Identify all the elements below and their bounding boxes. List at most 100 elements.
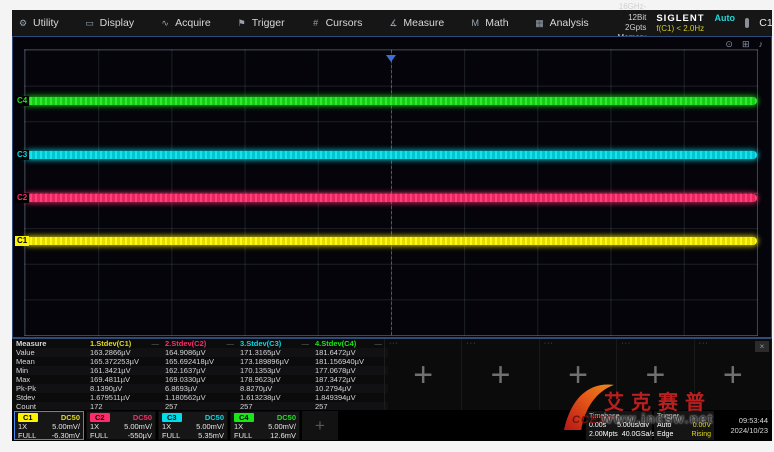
slot-menu-dots[interactable]: ··· <box>389 340 399 347</box>
slot-menu-dots[interactable]: ··· <box>621 340 631 347</box>
timebase-box[interactable]: Timebase 0.00s5.00us/div 2.00Mpts40.0GSa… <box>586 411 652 440</box>
channel-badge-c4: C4 <box>234 413 254 422</box>
add-channel-button[interactable]: + <box>302 411 338 440</box>
menu-acquire-label: Acquire <box>175 17 211 29</box>
active-channel-label[interactable]: C1 <box>759 17 772 29</box>
min-c4: 177.0678µV <box>315 366 388 375</box>
trigger-position-marker[interactable] <box>386 55 396 62</box>
measure-slot-8[interactable]: ··· + <box>617 339 694 410</box>
measure-col-header-c4[interactable]: 4.Stdev(C4)— <box>315 339 388 348</box>
trigger-box[interactable]: Trigger Auto0.00V EdgeRising <box>654 411 714 440</box>
channel-marker-c3[interactable]: C3 <box>15 150 29 160</box>
slot-menu-dots[interactable]: ··· <box>466 340 476 347</box>
measure-col-header-c1[interactable]: 1.Stdev(C1)— <box>90 339 165 348</box>
channel-badge-c1: C1 <box>18 413 38 422</box>
coupling-c3: DC50 <box>205 413 224 422</box>
channel-box-c2[interactable]: C2DC50 1X5.00mV/ FULL-550µV <box>86 411 156 440</box>
bw-c1: FULL <box>18 431 36 440</box>
brand-block: SIGLENT Auto f(C1) < 2.0Hz <box>656 13 735 34</box>
row-label-stdev: Stdev <box>16 393 90 402</box>
menu-utility[interactable]: ⚙ Utility <box>18 17 59 29</box>
channel-box-c4[interactable]: C4DC50 1X5.00mV/ FULL12.6mV <box>230 411 300 440</box>
max-c3: 178.9623µV <box>240 375 315 384</box>
brand-logo: SIGLENT <box>656 13 704 24</box>
channel-box-c3[interactable]: C3DC50 1X5.00mV/ FULL5.35mV <box>158 411 228 440</box>
collapse-dash[interactable]: — <box>302 339 310 348</box>
measure-table: Measure 1.Stdev(C1)— 2.Stdev(C2)— 3.Stde… <box>12 339 384 410</box>
usb-status-icon <box>745 18 749 28</box>
graticule <box>24 49 758 336</box>
measure-empty-slots: ··· + ··· + ··· + ··· + ··· + × <box>384 339 772 410</box>
min-c3: 170.1353µV <box>240 366 315 375</box>
bw-c3: FULL <box>162 431 180 440</box>
menu-acquire[interactable]: ∿ Acquire <box>160 17 211 29</box>
channel-marker-c1[interactable]: C1 <box>15 236 29 246</box>
trace-c3[interactable] <box>25 151 757 159</box>
cursors-icon: # <box>311 18 321 28</box>
scale-c4: 5.00mV/ <box>268 422 296 431</box>
atten-c1: 1X <box>18 422 27 431</box>
scale-c3: 5.00mV/ <box>196 422 224 431</box>
measure-slot-7[interactable]: ··· + <box>540 339 617 410</box>
measure-slot-5[interactable]: ··· + <box>385 339 462 410</box>
menu-utility-label: Utility <box>33 17 59 29</box>
bandwidth-info: 16GHz-12Bit <box>615 2 647 23</box>
value-c4: 181.6472µV <box>315 348 388 357</box>
menu-trigger[interactable]: ⚑ Trigger <box>237 17 285 29</box>
trace-c4[interactable] <box>25 97 757 105</box>
offset-c4: 12.6mV <box>270 431 296 440</box>
slot-menu-dots[interactable]: ··· <box>544 340 554 347</box>
max-c2: 169.0330µV <box>165 375 240 384</box>
max-c4: 187.3472µV <box>315 375 388 384</box>
analysis-icon: ▦ <box>535 18 545 29</box>
collapse-dash[interactable]: — <box>227 339 235 348</box>
channel-marker-c4[interactable]: C4 <box>15 96 29 106</box>
menubar: ⚙ Utility ▭ Display ∿ Acquire ⚑ Trigger … <box>12 10 772 36</box>
timebase-label: Timebase <box>589 412 649 421</box>
waveform-display[interactable]: ⊙ ⊞ ♪ C4 C3 C2 C1 <box>12 36 772 338</box>
acquisition-status[interactable]: Auto <box>715 13 736 24</box>
channel-marker-c2[interactable]: C2 <box>15 193 29 203</box>
row-label-mean: Mean <box>16 357 90 366</box>
clock-time: 09:53:44 <box>716 416 768 426</box>
row-label-value: Value <box>16 348 90 357</box>
measure-icon: ∡ <box>388 18 398 29</box>
move-icon[interactable]: ⊞ <box>742 39 750 50</box>
trace-c1[interactable] <box>25 237 757 245</box>
measure-slot-6[interactable]: ··· + <box>462 339 539 410</box>
stdev-c2: 1.180562µV <box>165 393 240 402</box>
offset-c1: -6.30mV <box>52 431 80 440</box>
menu-measure-label: Measure <box>403 17 444 29</box>
channel-box-c1[interactable]: C1DC50 1X5.00mV/ FULL-6.30mV <box>14 411 84 440</box>
menu-analysis[interactable]: ▦ Analysis <box>535 17 589 29</box>
sound-icon[interactable]: ♪ <box>759 39 764 50</box>
pkpk-c2: 6.8693µV <box>165 384 240 393</box>
collapse-dash[interactable]: — <box>375 339 383 348</box>
atten-c2: 1X <box>90 422 99 431</box>
value-c3: 171.3165µV <box>240 348 315 357</box>
bottom-bar: C1 DC50 1X 5.00mV/ FULL -6.30mV C2DC50 1X5.… <box>12 410 772 441</box>
measure-panel: Measure 1.Stdev(C1)— 2.Stdev(C2)— 3.Stde… <box>12 338 772 410</box>
menu-math-label: Math <box>485 17 508 29</box>
clock-date: 2024/10/23 <box>716 426 768 436</box>
measure-col-header-c2[interactable]: 2.Stdev(C2)— <box>165 339 240 348</box>
menu-measure[interactable]: ∡ Measure <box>388 17 444 29</box>
menu-trigger-label: Trigger <box>252 17 285 29</box>
gear-icon: ⚙ <box>18 18 28 29</box>
add-channel-icon: + <box>315 416 325 436</box>
value-c1: 163.2866µV <box>90 348 165 357</box>
collapse-dash[interactable]: — <box>152 339 160 348</box>
close-measure-panel-button[interactable]: × <box>755 341 769 352</box>
menu-analysis-label: Analysis <box>550 17 589 29</box>
flag-icon: ⚑ <box>237 18 247 29</box>
menu-cursors[interactable]: # Cursors <box>311 17 363 29</box>
measure-col-header-c3[interactable]: 3.Stdev(C3)— <box>240 339 315 348</box>
timebase-memory: 2.00Mpts <box>589 430 618 439</box>
channel-badge-c3: C3 <box>162 413 182 422</box>
trace-c2[interactable] <box>25 194 757 202</box>
menu-display[interactable]: ▭ Display <box>85 17 134 29</box>
slot-menu-dots[interactable]: ··· <box>699 340 709 347</box>
math-icon: M <box>470 18 480 28</box>
menu-math[interactable]: M Math <box>470 17 508 29</box>
camera-icon[interactable]: ⊙ <box>725 39 733 50</box>
